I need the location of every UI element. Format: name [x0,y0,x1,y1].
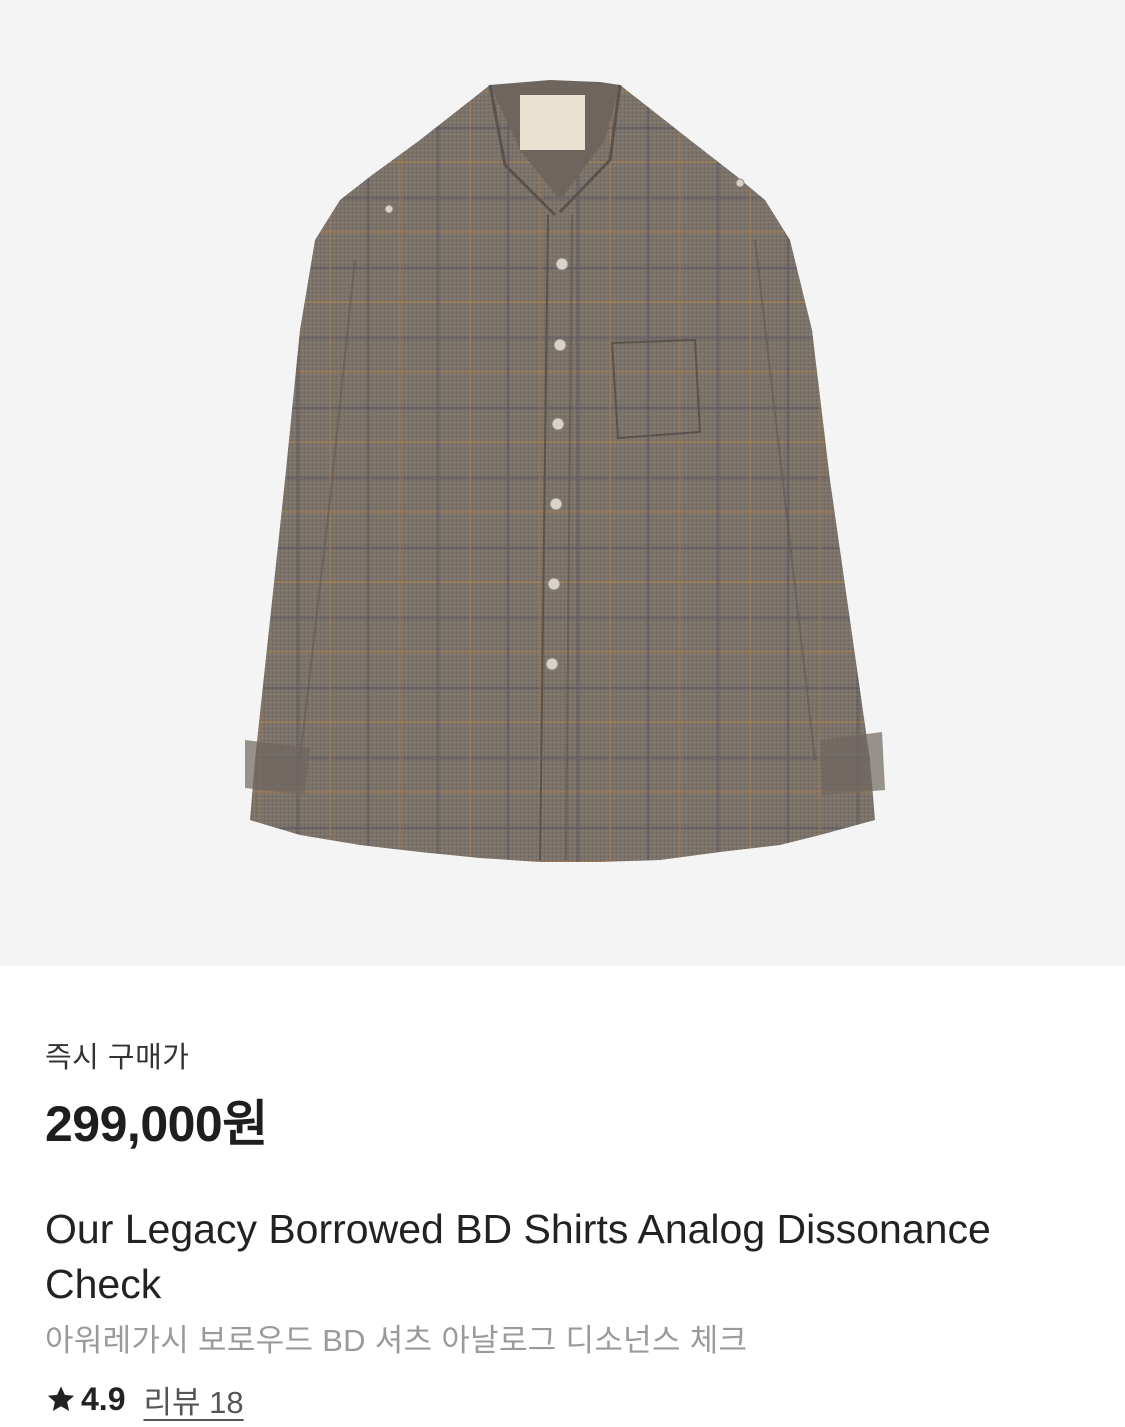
rating-row: 4.9 리뷰 18 [45,1377,244,1422]
review-link[interactable]: 리뷰 18 [143,1377,243,1422]
price: 299,000원 [45,1096,268,1152]
product-image[interactable] [0,0,1125,966]
product-name-english: Our Legacy Borrowed BD Shirts Analog Dis… [45,1206,991,1307]
star-icon [47,1386,75,1411]
product-name-korean: 아워레가시 보로우드 BD 셔츠 아날로그 디소넌스 체크 [45,1323,748,1358]
price-label: 즉시 구매가 [45,1042,190,1074]
shirt-illustration [245,80,885,862]
rating-value: 4.9 [81,1380,126,1417]
